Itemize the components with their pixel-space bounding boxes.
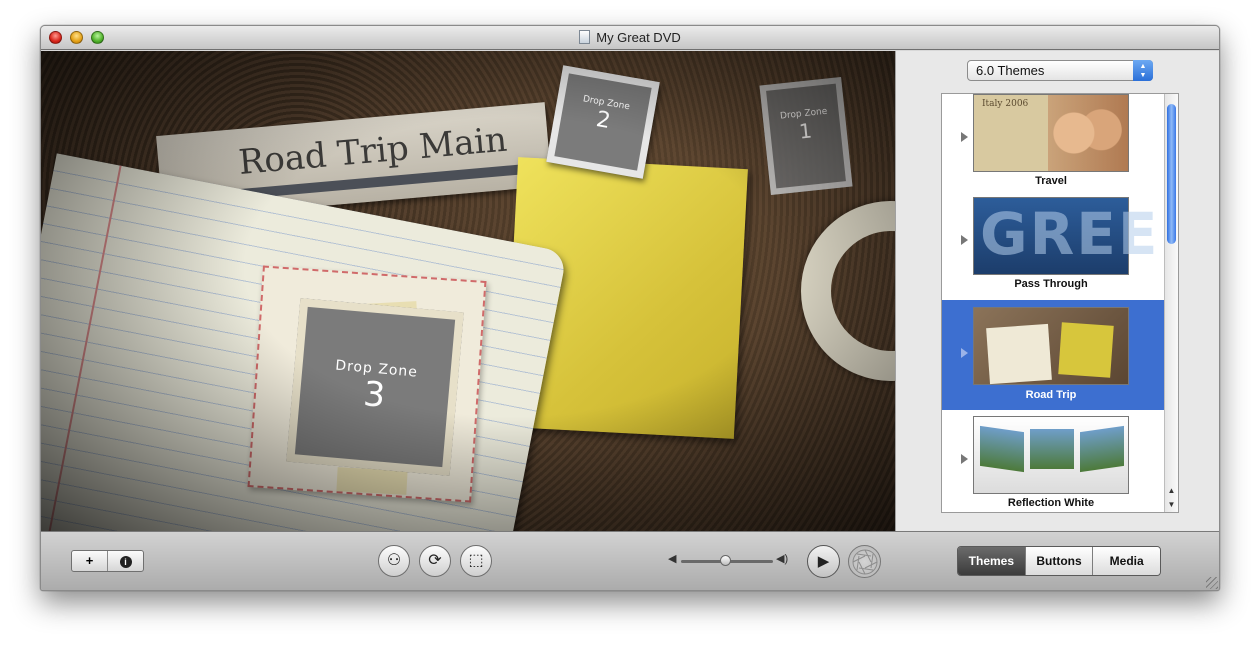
theme-thumbnail-reflection-white (973, 416, 1129, 494)
disclosure-triangle-icon[interactable] (961, 454, 968, 464)
disclosure-triangle-icon[interactable] (961, 348, 968, 358)
panel-tabs: Themes Buttons Media (957, 546, 1161, 576)
theme-item-travel[interactable]: Italy 2006 Travel (942, 94, 1164, 204)
resize-grip-icon[interactable] (1206, 577, 1218, 589)
theme-name-reflection-white: Reflection White (1007, 497, 1095, 509)
document-icon (579, 30, 591, 44)
drop-zone-2[interactable]: Drop Zone 2 (546, 65, 660, 179)
theme-item-reflection-white[interactable]: Reflection White (942, 416, 1164, 512)
tape-strip-bottom (336, 467, 408, 495)
theme-list-scrollbar[interactable]: ▲ ▼ (1164, 94, 1178, 512)
disclosure-triangle-icon[interactable] (961, 235, 968, 245)
menu-preview[interactable]: Road Trip Main Drop Zone 3 Drop Zone 2 D… (41, 51, 895, 531)
thumb-panel (1030, 429, 1074, 469)
window-title: My Great DVD (596, 30, 681, 45)
window-title-wrap: My Great DVD (41, 30, 1219, 45)
volume-control[interactable]: ◀ ◀) (668, 553, 789, 568)
bottom-toolbar: + i ⚇ ⟳ ⬚ ◀ ◀) ▶ Themes Buttons Media (41, 531, 1219, 590)
info-icon: i (119, 556, 132, 568)
burn-button[interactable] (848, 545, 881, 578)
drop-zone-3[interactable]: Drop Zone 3 (286, 298, 464, 476)
thumb-text-travel: Italy 2006 (982, 99, 1029, 109)
map-view-button[interactable]: ⚇ (378, 545, 410, 577)
play-icon: ▶ (817, 553, 830, 570)
play-button[interactable]: ▶ (807, 545, 840, 578)
thumb-notebook (986, 323, 1052, 385)
popup-arrows-icon: ▲ ▼ (1133, 60, 1153, 81)
thumb-panel (980, 425, 1024, 473)
add-info-segment: + i (71, 550, 144, 572)
scroll-down-arrow-icon[interactable]: ▼ (1165, 498, 1178, 512)
burn-aperture-icon (852, 549, 878, 575)
theme-list[interactable]: Italy 2006 Travel GREE Pass Through Road… (941, 93, 1179, 513)
volume-low-icon: ◀ (668, 553, 677, 565)
disclosure-triangle-icon[interactable] (961, 132, 968, 142)
drop-zone-editor-button[interactable]: ⬚ (460, 545, 492, 577)
volume-high-icon: ◀) (776, 553, 789, 565)
theme-item-pass-through[interactable]: GREE Pass Through (942, 197, 1164, 307)
loop-icon: ⟳ (428, 552, 442, 569)
tab-themes[interactable]: Themes (958, 547, 1025, 575)
thumb-yellow-note (1058, 322, 1114, 378)
theme-panel: 6.0 Themes ▲ ▼ Italy 2006 Travel GREE Pas… (895, 51, 1219, 531)
tab-media[interactable]: Media (1092, 547, 1160, 575)
drop-zone-icon: ⬚ (468, 552, 484, 569)
add-button[interactable]: + (72, 551, 108, 571)
thumb-text-pass-through: GREE (980, 200, 1160, 268)
title-bar[interactable]: My Great DVD (41, 26, 1219, 50)
tab-buttons[interactable]: Buttons (1024, 547, 1093, 575)
theme-thumbnail-travel: Italy 2006 (973, 94, 1129, 172)
theme-thumbnail-road-trip (973, 307, 1129, 385)
theme-item-road-trip[interactable]: Road Trip (942, 300, 1164, 410)
theme-family-popup[interactable]: 6.0 Themes ▲ ▼ (967, 60, 1153, 81)
thumb-photo-travel (1048, 101, 1122, 165)
volume-knob[interactable] (720, 555, 731, 566)
info-button[interactable]: i (108, 551, 143, 571)
drop-zone-1[interactable]: Drop Zone 1 (759, 77, 853, 195)
scroll-up-arrow-icon[interactable]: ▲ (1165, 484, 1178, 498)
motion-toggle-button[interactable]: ⟳ (419, 545, 451, 577)
notebook-margin-line (41, 165, 122, 531)
theme-thumbnail-pass-through: GREE (973, 197, 1158, 275)
theme-name-travel: Travel (1035, 175, 1067, 187)
theme-family-value: 6.0 Themes (976, 63, 1045, 78)
hierarchy-icon: ⚇ (386, 552, 402, 569)
scrollbar-thumb[interactable] (1167, 104, 1176, 244)
theme-name-pass-through: Pass Through (1014, 278, 1088, 290)
theme-name-road-trip: Road Trip (1025, 389, 1077, 401)
thumb-panel (1080, 425, 1124, 473)
app-window: My Great DVD Road Trip Main Drop Zone 3 … (40, 25, 1220, 591)
